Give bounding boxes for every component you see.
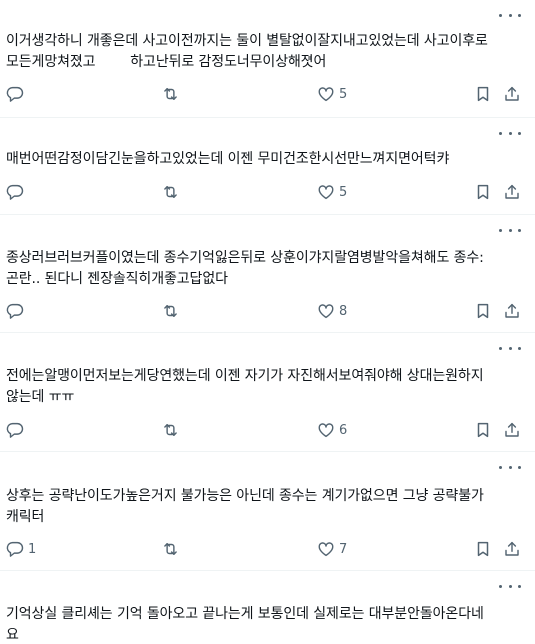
reply-icon xyxy=(6,86,24,102)
share-icon xyxy=(505,86,519,101)
tweet[interactable]: 상후는 공략난이도가높은거지 불가능은 아닌데 종수는 계기가없으면 그냥 공략… xyxy=(0,452,535,571)
bookmark-button[interactable] xyxy=(474,419,492,441)
like-count: 8 xyxy=(339,303,348,319)
share-icon xyxy=(505,541,519,556)
like-button[interactable]: 7 xyxy=(317,538,347,560)
reply-icon xyxy=(6,541,24,557)
reply-button[interactable] xyxy=(6,83,28,105)
more-options-button[interactable] xyxy=(499,579,521,593)
heart-icon xyxy=(318,185,334,200)
retweet-icon xyxy=(164,305,177,317)
tweet-actions: 1 7 xyxy=(0,538,535,560)
retweet-icon xyxy=(164,424,177,436)
reply-count: 1 xyxy=(28,541,37,557)
heart-icon xyxy=(318,87,334,102)
heart-icon xyxy=(318,423,334,438)
tweet-text: 전에는알맹이먼저보는게당연했는데 이젠 자기가 자진해서보여줘야해 상대는원하지… xyxy=(6,368,484,405)
reply-icon xyxy=(6,422,24,438)
reply-button[interactable] xyxy=(6,181,28,203)
more-options-button[interactable] xyxy=(499,223,521,237)
like-count: 5 xyxy=(339,86,348,102)
bookmark-button[interactable] xyxy=(474,538,492,560)
tweet-actions: 6 xyxy=(0,419,535,441)
tweet-text: 종상러브러브커플이였는데 종수기억잃은뒤로 상훈이갸지랄염병발악을쳐해도 종수:… xyxy=(6,250,484,287)
more-options-button[interactable] xyxy=(499,8,521,22)
reply-button[interactable]: 1 xyxy=(6,538,36,560)
retweet-button[interactable] xyxy=(161,538,184,560)
like-count: 6 xyxy=(339,422,348,438)
retweet-button[interactable] xyxy=(161,419,184,441)
like-button[interactable]: 5 xyxy=(317,83,347,105)
share-button[interactable] xyxy=(503,300,521,322)
share-button[interactable] xyxy=(503,83,521,105)
tweet-actions: 5 xyxy=(0,181,535,203)
tweet[interactable]: 이거생각하니 개좋은데 사고이전까지는 둘이 별탈없이잘지내고있었는데 사고이후… xyxy=(0,0,535,118)
tweet-text: 상후는 공략난이도가높은거지 불가능은 아닌데 종수는 계기가없으면 그냥 공략… xyxy=(6,488,484,525)
reply-button[interactable] xyxy=(6,419,28,441)
bookmark-icon xyxy=(477,184,489,200)
heart-icon xyxy=(318,542,334,557)
tweet[interactable]: 종상러브러브커플이였는데 종수기억잃은뒤로 상훈이갸지랄염병발악을쳐해도 종수:… xyxy=(0,215,535,333)
more-options-button[interactable] xyxy=(499,460,521,474)
reply-icon xyxy=(6,184,24,200)
retweet-button[interactable] xyxy=(161,83,184,105)
reply-icon xyxy=(6,303,24,319)
retweet-icon xyxy=(164,186,177,198)
tweet-actions: 8 xyxy=(0,300,535,322)
retweet-icon xyxy=(164,88,177,100)
like-count: 7 xyxy=(339,541,348,557)
share-icon xyxy=(505,184,519,199)
tweet-actions: 5 xyxy=(0,83,535,105)
share-icon xyxy=(505,303,519,318)
share-button[interactable] xyxy=(503,419,521,441)
bookmark-button[interactable] xyxy=(474,83,492,105)
like-button[interactable]: 5 xyxy=(317,181,347,203)
tweet[interactable]: 전에는알맹이먼저보는게당연했는데 이젠 자기가 자진해서보여줘야해 상대는원하지… xyxy=(0,333,535,452)
more-options-button[interactable] xyxy=(499,126,521,140)
heart-icon xyxy=(318,304,334,319)
share-button[interactable] xyxy=(503,538,521,560)
retweet-button[interactable] xyxy=(161,300,184,322)
tweet[interactable]: 매번어떤감정이담긴눈을하고있었는데 이젠 무미건조한시선만느껴지면어턱캬 5 xyxy=(0,118,535,215)
retweet-icon xyxy=(164,543,177,555)
bookmark-icon xyxy=(477,541,489,557)
like-button[interactable]: 6 xyxy=(317,419,347,441)
like-button[interactable]: 8 xyxy=(317,300,347,322)
share-button[interactable] xyxy=(503,181,521,203)
tweet[interactable]: 기억상실 클리셰는 기억 돌아오고 끝나는게 보통인데 실제로는 대부분안돌아온… xyxy=(0,571,535,644)
tweet-feed: 이거생각하니 개좋은데 사고이전까지는 둘이 별탈없이잘지내고있었는데 사고이후… xyxy=(0,0,535,644)
bookmark-icon xyxy=(477,422,489,438)
bookmark-icon xyxy=(477,86,489,102)
reply-button[interactable] xyxy=(6,300,28,322)
tweet-text: 매번어떤감정이담긴눈을하고있었는데 이젠 무미건조한시선만느껴지면어턱캬 xyxy=(6,151,450,167)
tweet-text: 이거생각하니 개좋은데 사고이전까지는 둘이 별탈없이잘지내고있었는데 사고이후… xyxy=(6,33,488,70)
retweet-button[interactable] xyxy=(161,181,184,203)
more-options-button[interactable] xyxy=(499,341,521,355)
bookmark-button[interactable] xyxy=(474,300,492,322)
like-count: 5 xyxy=(339,184,348,200)
share-icon xyxy=(505,422,519,437)
bookmark-button[interactable] xyxy=(474,181,492,203)
tweet-text: 기억상실 클리셰는 기억 돌아오고 끝나는게 보통인데 실제로는 대부분안돌아온… xyxy=(6,606,484,643)
bookmark-icon xyxy=(477,303,489,319)
